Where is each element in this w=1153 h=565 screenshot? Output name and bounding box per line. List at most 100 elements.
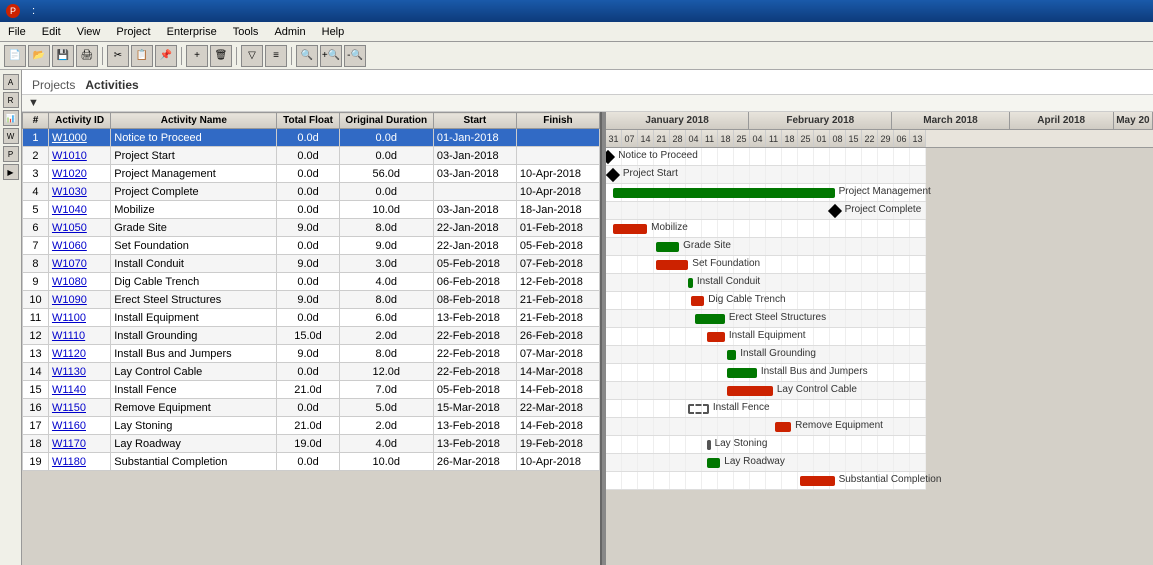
table-row[interactable]: 7W1060Set Foundation0.0d9.0d22-Jan-20180…	[23, 237, 600, 255]
sidebar-reports-btn[interactable]: 📊	[3, 110, 19, 126]
col-header-id[interactable]: Activity ID	[48, 113, 110, 129]
activity-id-link[interactable]: W1170	[52, 438, 86, 450]
gantt-cell	[750, 310, 766, 327]
gantt-cell	[846, 238, 862, 255]
table-row[interactable]: 11W1100Install Equipment0.0d6.0d13-Feb-2…	[23, 309, 600, 327]
activity-id-link[interactable]: W1070	[52, 258, 87, 270]
activity-id-link[interactable]: W1080	[52, 276, 87, 288]
activity-id-link[interactable]: W1000	[52, 132, 87, 144]
cut-btn[interactable]: ✂	[107, 45, 129, 67]
table-row[interactable]: 3W1020Project Management0.0d56.0d03-Jan-…	[23, 165, 600, 183]
gantt-cell	[734, 454, 750, 471]
activity-id-link[interactable]: W1180	[52, 456, 86, 468]
menu-tools[interactable]: Tools	[225, 22, 267, 41]
col-header-finish[interactable]: Finish	[516, 113, 599, 129]
table-row[interactable]: 12W1110Install Grounding15.0d2.0d22-Feb-…	[23, 327, 600, 345]
open-btn[interactable]: 📂	[28, 45, 50, 67]
table-row[interactable]: 4W1030Project Complete0.0d0.0d10-Apr-201…	[23, 183, 600, 201]
activity-id-link[interactable]: W1160	[52, 420, 86, 432]
activity-id-link[interactable]: W1130	[52, 366, 86, 378]
gantt-cell	[654, 292, 670, 309]
table-row[interactable]: 6W1050Grade Site9.0d8.0d22-Jan-201801-Fe…	[23, 219, 600, 237]
save-btn[interactable]: 💾	[52, 45, 74, 67]
activity-id-link[interactable]: W1020	[52, 168, 87, 180]
gantt-cell	[878, 364, 894, 381]
menu-edit[interactable]: Edit	[34, 22, 69, 41]
gantt-cell	[606, 418, 622, 435]
gantt-cell	[846, 310, 862, 327]
col-header-start[interactable]: Start	[433, 113, 516, 129]
gantt-cell	[894, 382, 910, 399]
table-row[interactable]: 16W1150Remove Equipment0.0d5.0d15-Mar-20…	[23, 399, 600, 417]
row-num: 19	[23, 453, 49, 471]
toolbar: 📄 📂 💾 🖨 ✂ 📋 📌 + 🗑 ▽ ≡ 🔍 +🔍 -🔍	[0, 42, 1153, 70]
menu-project[interactable]: Project	[108, 22, 158, 41]
table-row[interactable]: 10W1090Erect Steel Structures9.0d8.0d08-…	[23, 291, 600, 309]
sidebar-wbs-btn[interactable]: W	[3, 128, 19, 144]
sidebar-arrow-btn[interactable]: ▶	[3, 164, 19, 180]
paste-btn[interactable]: 📌	[155, 45, 177, 67]
menu-enterprise[interactable]: Enterprise	[159, 22, 225, 41]
print-btn[interactable]: 🖨	[76, 45, 98, 67]
zoom-in-btn[interactable]: +🔍	[320, 45, 342, 67]
table-row[interactable]: 17W1160Lay Stoning21.0d2.0d13-Feb-201814…	[23, 417, 600, 435]
menu-admin[interactable]: Admin	[266, 22, 313, 41]
gantt-cell	[622, 328, 638, 345]
gantt-section[interactable]: January 2018 February 2018 March 2018 Ap…	[606, 112, 1153, 565]
gantt-cell	[846, 436, 862, 453]
table-row[interactable]: 18W1170Lay Roadway19.0d4.0d13-Feb-201819…	[23, 435, 600, 453]
row-duration: 6.0d	[339, 309, 433, 327]
delete-btn[interactable]: 🗑	[210, 45, 232, 67]
row-start: 22-Feb-2018	[433, 363, 516, 381]
gantt-bar	[727, 368, 757, 378]
table-row[interactable]: 9W1080Dig Cable Trench0.0d4.0d06-Feb-201…	[23, 273, 600, 291]
sidebar-projects-btn[interactable]: P	[3, 146, 19, 162]
row-duration: 3.0d	[339, 255, 433, 273]
table-row[interactable]: 15W1140Install Fence21.0d7.0d05-Feb-2018…	[23, 381, 600, 399]
filter-btn[interactable]: ▽	[241, 45, 263, 67]
menu-file[interactable]: File	[0, 22, 34, 41]
col-header-duration[interactable]: Original Duration	[339, 113, 433, 129]
activity-id-link[interactable]: W1120	[52, 348, 86, 360]
activity-id-link[interactable]: W1060	[52, 240, 87, 252]
breadcrumb-projects[interactable]: Projects	[32, 78, 75, 92]
new-btn[interactable]: 📄	[4, 45, 26, 67]
gantt-cell	[718, 292, 734, 309]
gantt-cell	[814, 220, 830, 237]
gantt-cell	[910, 220, 926, 237]
add-btn[interactable]: +	[186, 45, 208, 67]
table-row[interactable]: 5W1040Mobilize0.0d10.0d03-Jan-201818-Jan…	[23, 201, 600, 219]
row-duration: 0.0d	[339, 129, 433, 147]
gantt-row: Install Conduit	[606, 274, 926, 292]
gantt-cell	[702, 364, 718, 381]
activity-id-link[interactable]: W1040	[52, 204, 87, 216]
search-btn[interactable]: 🔍	[296, 45, 318, 67]
menu-view[interactable]: View	[69, 22, 109, 41]
menu-help[interactable]: Help	[314, 22, 353, 41]
table-row[interactable]: 2W1010Project Start0.0d0.0d03-Jan-2018	[23, 147, 600, 165]
col-header-name[interactable]: Activity Name	[111, 113, 277, 129]
activity-id-link[interactable]: W1140	[52, 384, 86, 396]
row-finish: 14-Mar-2018	[516, 363, 599, 381]
gantt-cell	[606, 364, 622, 381]
activity-id-link[interactable]: W1100	[52, 312, 86, 324]
activity-id-link[interactable]: W1150	[52, 402, 86, 414]
sidebar-activities-btn[interactable]: A	[3, 74, 19, 90]
activity-id-link[interactable]: W1110	[52, 330, 85, 342]
activity-id-link[interactable]: W1010	[52, 150, 87, 162]
zoom-out-btn[interactable]: -🔍	[344, 45, 366, 67]
gantt-cell	[814, 400, 830, 417]
row-id: W1160	[48, 417, 110, 435]
table-row[interactable]: 19W1180Substantial Completion0.0d10.0d26…	[23, 453, 600, 471]
activity-id-link[interactable]: W1030	[52, 186, 87, 198]
group-btn[interactable]: ≡	[265, 45, 287, 67]
table-row[interactable]: 8W1070Install Conduit9.0d3.0d05-Feb-2018…	[23, 255, 600, 273]
activity-id-link[interactable]: W1090	[52, 294, 87, 306]
table-row[interactable]: 1W1000Notice to Proceed0.0d0.0d01-Jan-20…	[23, 129, 600, 147]
copy-btn[interactable]: 📋	[131, 45, 153, 67]
table-row[interactable]: 13W1120Install Bus and Jumpers9.0d8.0d22…	[23, 345, 600, 363]
col-header-float[interactable]: Total Float	[277, 113, 339, 129]
activity-id-link[interactable]: W1050	[52, 222, 87, 234]
sidebar-resources-btn[interactable]: R	[3, 92, 19, 108]
table-row[interactable]: 14W1130Lay Control Cable0.0d12.0d22-Feb-…	[23, 363, 600, 381]
